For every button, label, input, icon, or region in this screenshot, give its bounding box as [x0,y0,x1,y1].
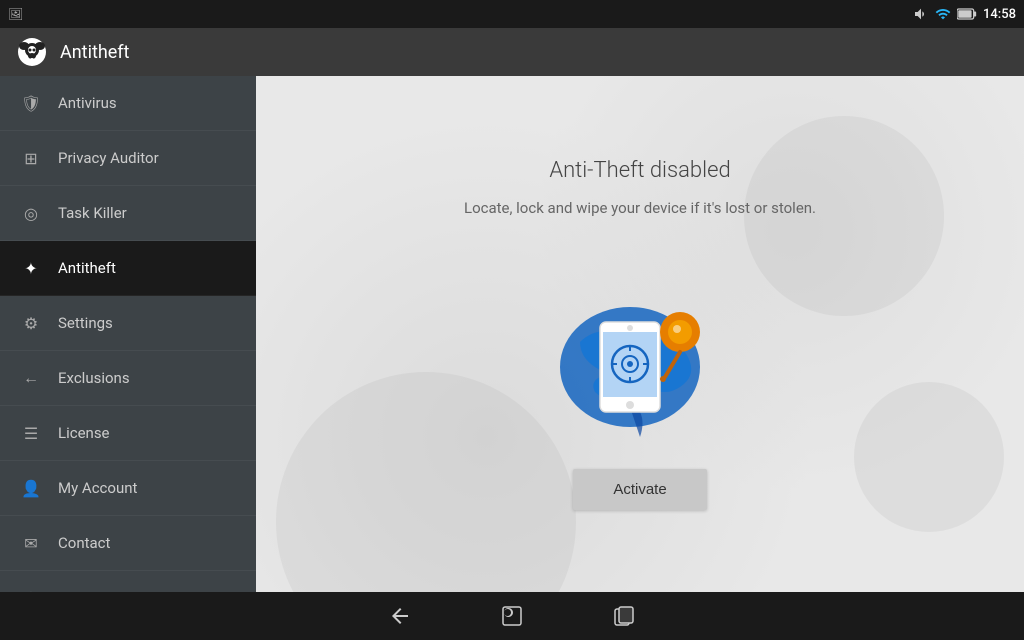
antitheft-illustration [540,257,740,437]
sidebar-item-label-my-account: My Account [58,479,137,497]
antivirus-icon: 🛡 [20,92,42,114]
bg-decoration-1 [276,372,576,592]
sidebar-item-label-license: License [58,424,110,442]
recents-button[interactable] [608,600,640,632]
sidebar-item-about[interactable]: ℹAbout [0,571,256,592]
sidebar-item-label-contact: Contact [58,534,110,552]
sidebar-item-settings[interactable]: ⚙ Settings [0,296,256,351]
bg-decoration-3 [854,382,1004,532]
sidebar-item-label-task-killer: Task Killer [58,204,127,222]
app-logo [16,36,48,68]
status-bar: 🖼 14:58 [0,0,1024,28]
battery-icon [957,7,977,21]
exclusions-icon: ← [20,367,42,389]
sidebar: 🛡 Antivirus ⊞ Privacy Auditor ◎ Task Killer ✦ A… [0,76,256,592]
clock: 14:58 [983,7,1016,22]
antitheft-icon: ✦ [20,257,42,279]
status-bar-left: 🖼 [8,7,23,21]
back-button[interactable] [384,600,416,632]
sidebar-item-label-antivirus: Antivirus [58,94,117,112]
app-title: Antitheft [60,42,129,63]
sidebar-item-exclusions[interactable]: ← Exclusions [0,351,256,406]
sidebar-item-label-exclusions: Exclusions [58,369,130,387]
settings-icon: ⚙ [20,312,42,334]
my-account-icon: 👤 [20,477,42,499]
status-bar-right: 14:58 [913,6,1016,22]
sidebar-item-contact[interactable]: ✉ Contact [0,516,256,571]
title-bar: Antitheft [0,28,1024,76]
content-title: Anti-Theft disabled [549,158,730,183]
sidebar-item-antitheft[interactable]: ✦ Antitheft [0,241,256,296]
sound-icon [913,6,929,22]
contact-icon: ✉ [20,532,42,554]
bottom-nav-bar [0,592,1024,640]
content-area: Anti-Theft disabled Locate, lock and wip… [256,76,1024,592]
sidebar-item-privacy-auditor[interactable]: ⊞ Privacy Auditor [0,131,256,186]
notification-icon: 🖼 [8,7,23,21]
task-killer-icon: ◎ [20,202,42,224]
license-icon: ☰ [20,422,42,444]
wifi-icon [935,6,951,22]
sidebar-item-label-settings: Settings [58,314,113,332]
sidebar-item-antivirus[interactable]: 🛡 Antivirus [0,76,256,131]
activate-button[interactable]: Activate [573,469,706,510]
sidebar-item-label-privacy-auditor: Privacy Auditor [58,149,159,167]
sidebar-item-my-account[interactable]: 👤 My Account [0,461,256,516]
home-button[interactable] [496,600,528,632]
content-description: Locate, lock and wipe your device if it'… [464,199,816,217]
sidebar-item-label-antitheft: Antitheft [58,259,116,277]
illustration-svg [540,257,740,437]
main-layout: 🛡 Antivirus ⊞ Privacy Auditor ◎ Task Killer ✦ A… [0,76,1024,592]
sidebar-item-task-killer[interactable]: ◎ Task Killer [0,186,256,241]
sidebar-item-license[interactable]: ☰ License [0,406,256,461]
privacy-auditor-icon: ⊞ [20,147,42,169]
